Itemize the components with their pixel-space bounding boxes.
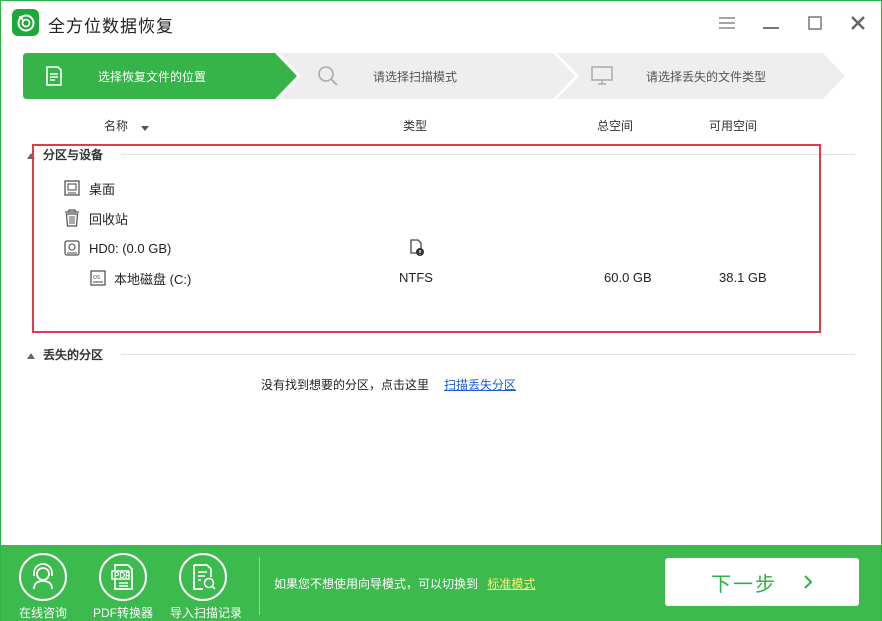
lost-partition-message: 没有找到想要的分区，点击这里	[261, 378, 430, 392]
wizard-mode-message: 如果您不想使用向导模式，可以切换到 标准模式	[274, 577, 536, 591]
collapse-arrow-icon	[27, 348, 35, 362]
column-header-total[interactable]: 总空间	[597, 117, 633, 134]
scan-lost-partition-link[interactable]: 扫描丢失分区	[444, 376, 516, 393]
bottom-separator	[259, 557, 260, 615]
section-lost-header[interactable]: 丢失的分区	[27, 346, 103, 363]
online-consult-button[interactable]: 在线咨询	[10, 553, 76, 620]
search-icon	[317, 65, 339, 90]
monitor-icon	[591, 66, 613, 89]
menu-icon[interactable]	[715, 11, 739, 35]
sort-down-icon	[141, 120, 150, 134]
column-header-name[interactable]: 名称	[104, 117, 150, 134]
import-record-icon	[179, 553, 227, 601]
close-button[interactable]	[846, 11, 870, 35]
standard-mode-link[interactable]: 标准模式	[487, 577, 535, 591]
section-divider	[121, 354, 855, 355]
pdf-converter-button[interactable]: PDF PDF转换器	[90, 553, 156, 620]
chevron-right-icon	[803, 574, 813, 590]
step-file-type: 请选择丢失的文件类型	[591, 53, 821, 99]
step-select-location: 选择恢复文件的位置	[45, 53, 275, 99]
column-header-free[interactable]: 可用空间	[709, 117, 757, 134]
highlight-box	[32, 144, 821, 333]
bottom-bar: 在线咨询 PDF PDF转换器 导入扫描记录 如果您不想使用向导模式，可以切换到…	[1, 545, 881, 621]
pdf-badge: PDF	[114, 571, 130, 580]
headset-icon	[19, 553, 67, 601]
pdf-icon: PDF	[99, 553, 147, 601]
app-window: 全方位数据恢复 选择恢复文件的位置 请选择扫描模式 请选择丢失的文件类型 名称 …	[0, 0, 882, 621]
app-logo-icon	[12, 9, 39, 36]
document-icon	[45, 66, 63, 89]
step-scan-mode: 请选择扫描模式	[317, 53, 547, 99]
wizard-steps: 选择恢复文件的位置 请选择扫描模式 请选择丢失的文件类型	[23, 53, 845, 99]
maximize-button[interactable]	[803, 11, 827, 35]
next-step-button[interactable]: 下一步	[665, 558, 859, 606]
import-scan-record-button[interactable]: 导入扫描记录	[170, 553, 242, 620]
title-bar: 全方位数据恢复	[1, 1, 881, 45]
app-title: 全方位数据恢复	[48, 17, 174, 36]
section-lost-title: 丢失的分区	[43, 348, 104, 362]
column-header-type[interactable]: 类型	[403, 117, 427, 134]
minimize-button[interactable]	[759, 11, 783, 35]
